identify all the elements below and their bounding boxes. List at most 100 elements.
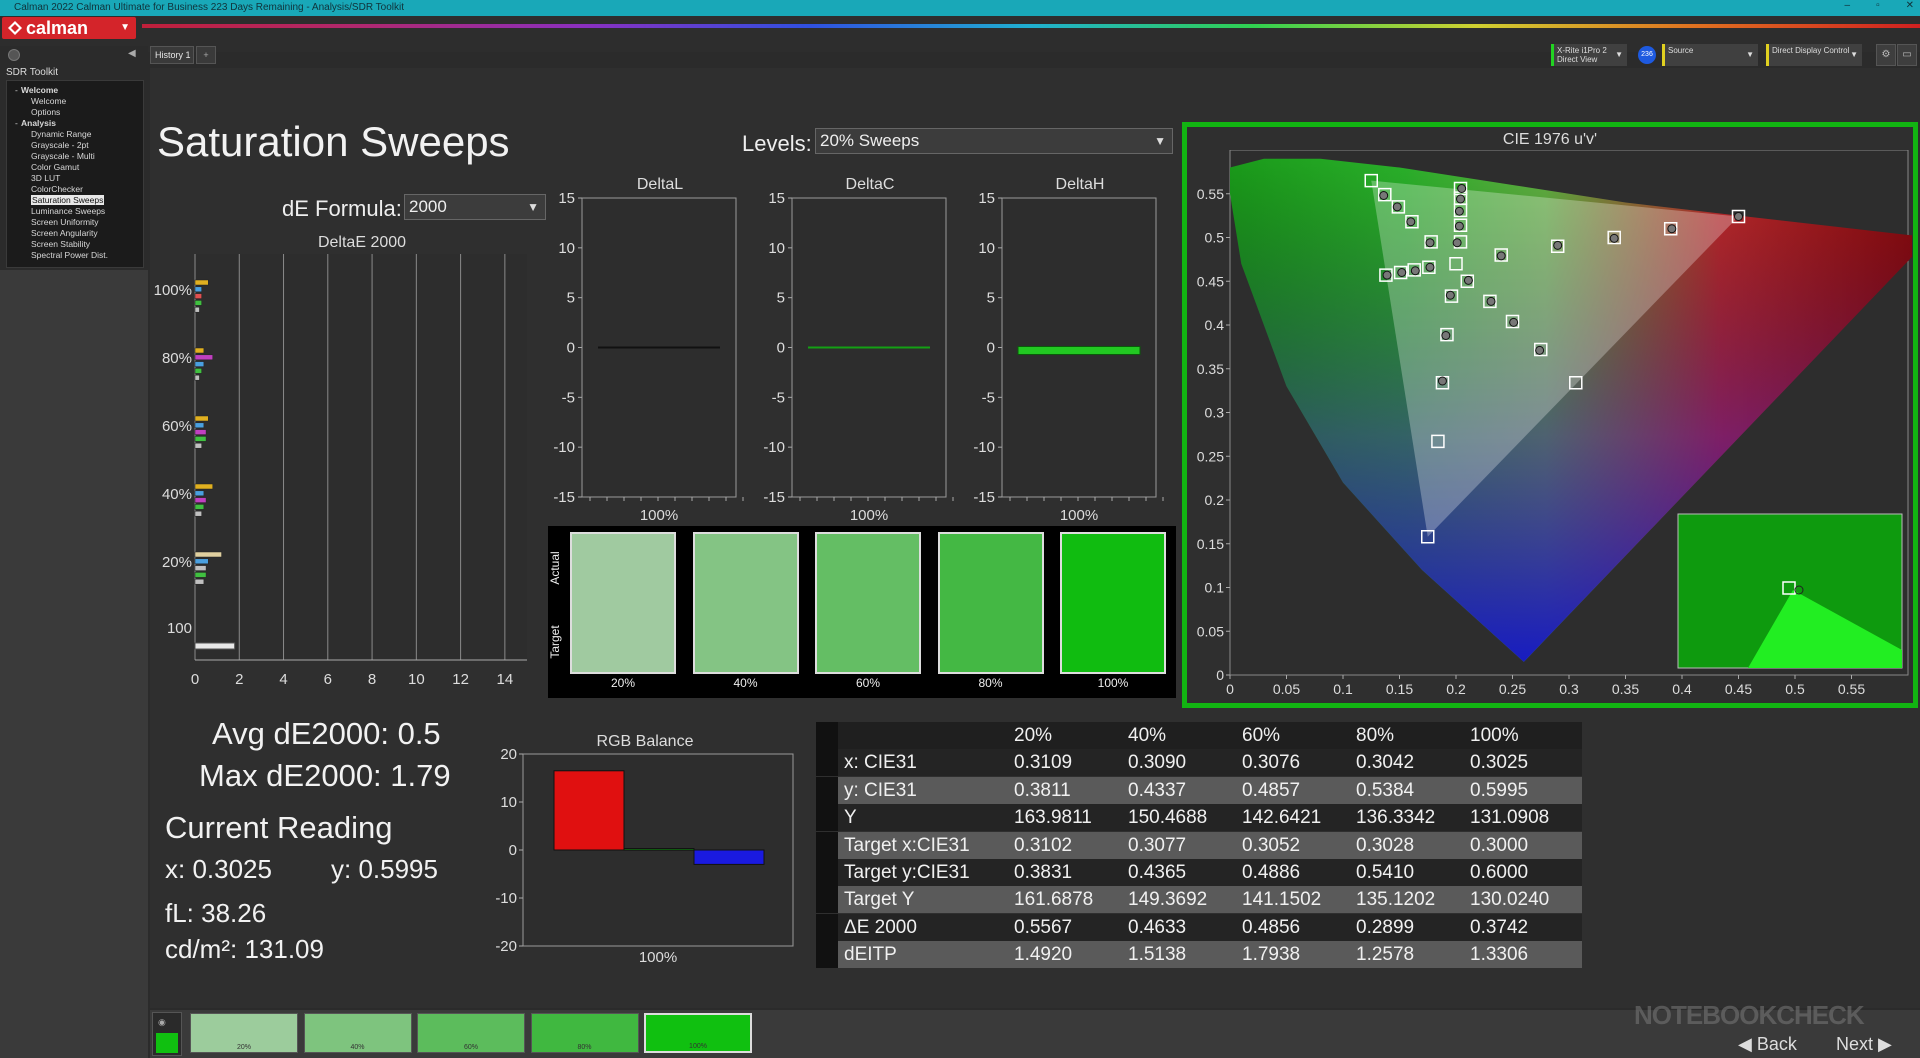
x-tick-label: 0.5 xyxy=(1785,681,1805,697)
row-selector[interactable] xyxy=(816,722,838,749)
tree-expand-icon[interactable]: - xyxy=(15,85,18,95)
y-tick-label: 0.05 xyxy=(1197,623,1224,639)
de-formula-select[interactable]: 2000 ▼ xyxy=(404,194,546,220)
chevron-down-icon: ▼ xyxy=(527,200,539,214)
table-cell: 142.6421 xyxy=(1242,807,1322,829)
back-arrow-icon: ◀ xyxy=(1738,1034,1757,1054)
sidebar-item[interactable]: ColorChecker xyxy=(31,184,83,194)
back-button[interactable]: ◀ Back xyxy=(1718,1032,1810,1056)
row-selector[interactable] xyxy=(816,913,838,941)
row-selector[interactable] xyxy=(816,886,838,914)
window-title-bar: Calman 2022 Calman Ultimate for Business… xyxy=(0,0,1920,16)
table-cell: 0.3000 xyxy=(1470,834,1529,856)
row-selector[interactable] xyxy=(816,941,838,969)
meter-badge[interactable]: 236 xyxy=(1638,46,1656,64)
x-tick-label: 0 xyxy=(191,671,199,688)
display-selector[interactable]: Direct Display Control ▼ xyxy=(1766,44,1862,66)
table-cell: 1.7938 xyxy=(1242,944,1301,966)
color-swatch[interactable] xyxy=(570,532,676,674)
meter-selector[interactable]: X-Rite i1Pro 2 Direct View ▼ xyxy=(1551,44,1627,66)
current-cdm2: cd/m²: 131.09 xyxy=(165,934,324,964)
sidebar-item[interactable]: Screen Angularity xyxy=(31,228,98,238)
color-swatch[interactable] xyxy=(692,532,799,674)
row-selector[interactable] xyxy=(816,859,838,886)
bottom-swatch[interactable]: 60% xyxy=(417,1013,525,1053)
y-tick-label: 0 xyxy=(567,340,575,357)
y-tick-label: -10 xyxy=(763,439,785,456)
bottom-swatch[interactable]: 80% xyxy=(530,1013,639,1053)
x-tick-label: 8 xyxy=(368,671,376,688)
table-cell: 0.4857 xyxy=(1242,779,1301,801)
x-label: 100% xyxy=(640,507,678,520)
deltae-bar xyxy=(194,306,200,313)
measured-point xyxy=(1553,240,1563,250)
table-cell: 0.4337 xyxy=(1128,779,1187,801)
source-selector[interactable]: Source ▼ xyxy=(1662,44,1758,66)
y-tick-label: 10 xyxy=(500,794,517,811)
sidebar-item[interactable]: 3D LUT xyxy=(31,173,60,183)
sidebar-item[interactable]: Color Gamut xyxy=(31,162,79,172)
y-tick-label: -20 xyxy=(495,938,517,955)
swatch-label: 20% xyxy=(610,676,636,690)
next-label: Next xyxy=(1836,1034,1874,1054)
row-selector[interactable] xyxy=(816,776,838,804)
sidebar-item[interactable]: Grayscale - Multi xyxy=(31,151,95,161)
deltae-chart: 0 2 4 6 8 10 12 14 100% 80% 60% 40% 20% 100 xyxy=(154,254,527,688)
maximize-button[interactable]: ▫ xyxy=(1876,0,1880,16)
y-tick-label: 0 xyxy=(1216,667,1224,683)
tree-expand-icon[interactable]: - xyxy=(15,118,18,128)
rgb-bar xyxy=(693,849,765,865)
current-x: x: 0.3025 xyxy=(165,854,272,884)
x-tick-label: 14 xyxy=(497,671,514,688)
collapse-left-icon[interactable]: ◀ xyxy=(128,48,136,59)
sidebar-item[interactable]: Grayscale - 2pt xyxy=(31,140,89,150)
sidebar-item[interactable]: Saturation Sweeps xyxy=(31,195,105,205)
table-cell: 1.2578 xyxy=(1356,944,1415,966)
deltal-chart: 15 10 5 0 -5 -10 -15 100% xyxy=(553,190,744,520)
close-button[interactable]: ✕ xyxy=(1906,0,1914,16)
sidebar-item[interactable]: Options xyxy=(31,107,60,117)
sidebar-item[interactable]: Spectral Power Dist. xyxy=(31,250,108,260)
measured-point xyxy=(1397,268,1407,277)
add-tab-button[interactable]: + xyxy=(196,46,216,64)
sidebar-pin-icon[interactable] xyxy=(8,49,20,61)
y-tick-label: -15 xyxy=(553,489,575,506)
panel-button-icon[interactable]: ▭ xyxy=(1897,44,1917,66)
deltae-bar xyxy=(194,504,205,510)
de-formula-label: dE Formula: xyxy=(282,196,402,221)
table-cell: 161.6878 xyxy=(1014,889,1094,911)
x-tick-label: 12 xyxy=(452,671,469,688)
next-button[interactable]: Next ▶ xyxy=(1816,1032,1916,1056)
calman-menu-button[interactable]: calman ▼ xyxy=(2,17,136,39)
table-row: x: CIE31 0.3109 0.3090 0.3076 0.3042 0.3025 xyxy=(816,749,1582,777)
x-label: 100% xyxy=(639,949,677,966)
color-swatch[interactable] xyxy=(937,532,1044,674)
next-arrow-icon: ▶ xyxy=(1873,1034,1892,1054)
minimize-button[interactable]: – xyxy=(1845,0,1851,16)
deltae-bar xyxy=(194,368,202,374)
deltah-chart: 15 10 5 0 -5 -10 -15 100% xyxy=(973,190,1164,520)
sidebar-item[interactable]: Luminance Sweeps xyxy=(31,206,105,216)
sidebar-item[interactable]: Welcome xyxy=(31,96,66,106)
color-swatch[interactable] xyxy=(815,532,921,674)
sidebar-item[interactable]: Analysis xyxy=(21,118,56,128)
settings-gear-icon[interactable]: ⚙ xyxy=(1876,44,1896,66)
levels-select[interactable]: 20% Sweeps ▼ xyxy=(815,128,1173,154)
color-swatch[interactable] xyxy=(1060,532,1166,674)
swatch-row-labels: Actual Target xyxy=(548,551,562,658)
bottom-swatch[interactable]: 100% xyxy=(644,1013,752,1053)
sidebar-item[interactable]: Screen Stability xyxy=(31,239,90,249)
sidebar-item[interactable]: Welcome xyxy=(21,85,58,95)
sidebar-item[interactable]: Screen Uniformity xyxy=(31,217,99,227)
table-cell: 131.0908 xyxy=(1470,807,1550,829)
tab-history-1[interactable]: History 1 xyxy=(150,46,194,64)
bottom-swatch[interactable]: 40% xyxy=(303,1013,412,1053)
bottom-swatch[interactable]: 20% xyxy=(190,1013,298,1053)
row-selector[interactable] xyxy=(816,749,838,777)
table-cell: 0.3811 xyxy=(1014,779,1071,801)
sidebar-item[interactable]: Dynamic Range xyxy=(31,129,91,139)
table-header-cell: 20% xyxy=(1014,725,1053,746)
row-selector[interactable] xyxy=(816,804,838,832)
row-selector[interactable] xyxy=(816,831,838,859)
deltae-bar xyxy=(194,510,202,517)
